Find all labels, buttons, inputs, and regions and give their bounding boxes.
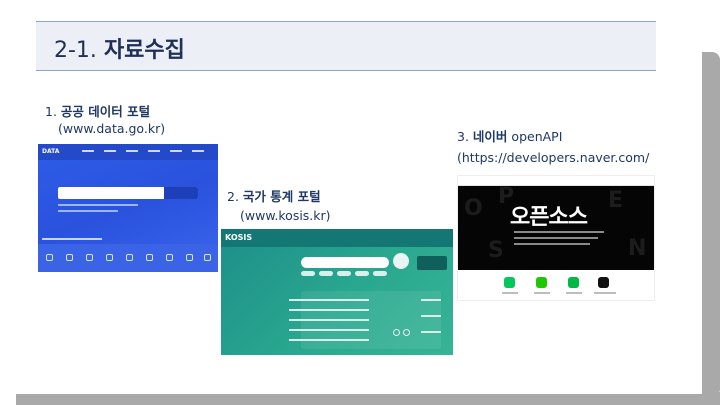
- kosis-keyword-chip: [319, 271, 333, 276]
- data-go-kr-menu-item: [148, 150, 160, 152]
- naver-hero-subtext: [514, 231, 604, 233]
- data-go-kr-search-button: [164, 187, 198, 199]
- naver-app-caption: [534, 292, 550, 294]
- data-go-kr-category-icon: [46, 254, 53, 261]
- kosis-stat-row: [289, 339, 369, 341]
- kosis-stat-row: [289, 329, 369, 331]
- kosis-keyword-chip: [373, 271, 387, 276]
- naver-hero-background-letter: O: [464, 196, 483, 221]
- data-go-kr-category-icon: [86, 254, 93, 261]
- kosis-dot-icon: [393, 329, 400, 336]
- data-go-kr-category-icon: [204, 254, 211, 261]
- naver-app-caption: [502, 292, 518, 294]
- data-go-kr-menu-item: [170, 150, 182, 152]
- naver-hero-background-letter: S: [488, 238, 504, 263]
- data-go-kr-category-icon: [106, 254, 113, 261]
- data-go-kr-category-icon: [126, 254, 133, 261]
- source-1-url: (www.data.go.kr): [58, 121, 166, 136]
- data-go-kr-category-icon: [146, 254, 153, 261]
- data-go-kr-menu-item: [126, 150, 138, 152]
- source-1-label: 1. 공공 데이터 포털: [45, 101, 150, 120]
- data-go-kr-keywords: [58, 204, 138, 206]
- data-go-kr-menu-item: [192, 150, 204, 152]
- naver-hero-subtext: [514, 237, 598, 239]
- naver-app-caption: [566, 292, 582, 294]
- source-2-label: 2. 국가 통계 포털: [227, 186, 321, 205]
- data-go-kr-keywords: [58, 210, 118, 212]
- source-2-url: (www.kosis.kr): [240, 208, 331, 223]
- naver-hero-background-letter: E: [608, 188, 624, 213]
- kosis-header: [221, 229, 453, 247]
- data-go-kr-menu-item: [104, 150, 116, 152]
- kosis-stat-row: [289, 319, 369, 321]
- naver-hero-subtext: [514, 243, 590, 245]
- kosis-stat-row: [289, 299, 369, 301]
- data-go-kr-category-icon: [66, 254, 73, 261]
- data-go-kr-logo: DATA: [42, 148, 60, 155]
- source-3-number: 3.: [457, 129, 469, 144]
- kosis-screenshot: KOSIS: [221, 229, 453, 355]
- data-go-kr-menu-item: [82, 150, 94, 152]
- kosis-keyword-chip: [301, 271, 315, 276]
- data-go-kr-category-icon: [186, 254, 193, 261]
- kosis-side-button: [421, 299, 441, 301]
- naver-developers-header: [458, 176, 654, 186]
- source-3-name: 네이버: [472, 129, 508, 144]
- kosis-keyword-chip: [337, 271, 351, 276]
- kosis-side-button: [421, 331, 441, 333]
- kosis-side-button: [421, 315, 441, 317]
- data-go-kr-category-icon: [166, 254, 173, 261]
- naver-app-icon: [504, 277, 515, 288]
- title-band: 2-1. 자료수집: [36, 21, 656, 71]
- down-arrow-icon: ↓: [684, 354, 701, 378]
- naver-app-icon: [536, 277, 547, 288]
- kosis-login-box: [417, 256, 447, 270]
- naver-app-icon: [598, 277, 609, 288]
- source-2-number: 2.: [227, 189, 239, 204]
- source-3-url: (https://developers.naver.com/: [457, 150, 650, 165]
- naver-app-icon: [568, 277, 579, 288]
- data-go-kr-screenshot: DATA: [38, 144, 218, 272]
- naver-app-caption: [594, 292, 616, 294]
- source-1-number: 1.: [45, 104, 57, 119]
- kosis-stat-row: [289, 309, 369, 311]
- source-1-name: 공공 데이터 포털: [60, 104, 151, 119]
- slide-title: 2-1. 자료수집: [54, 32, 185, 64]
- naver-hero-background-letter: N: [628, 236, 647, 261]
- kosis-dot-icon: [403, 329, 410, 336]
- data-go-kr-header: [38, 144, 218, 160]
- data-go-kr-section-heading: [42, 238, 102, 240]
- source-2-name: 국가 통계 포털: [242, 189, 321, 204]
- naver-developers-screenshot: O P E S N 오픈소스: [457, 175, 655, 301]
- source-3-label: 3. 네이버 openAPI: [457, 126, 562, 145]
- naver-hero-heading: 오픈소스: [510, 205, 588, 230]
- slide-title-text: 자료수집: [103, 38, 185, 63]
- kosis-mascot: [393, 253, 409, 269]
- kosis-search-box: [301, 257, 389, 268]
- source-3-name-suffix: openAPI: [511, 129, 563, 144]
- kosis-logo: KOSIS: [225, 233, 253, 242]
- kosis-keyword-chip: [355, 271, 369, 276]
- slide-title-number: 2-1.: [54, 38, 97, 63]
